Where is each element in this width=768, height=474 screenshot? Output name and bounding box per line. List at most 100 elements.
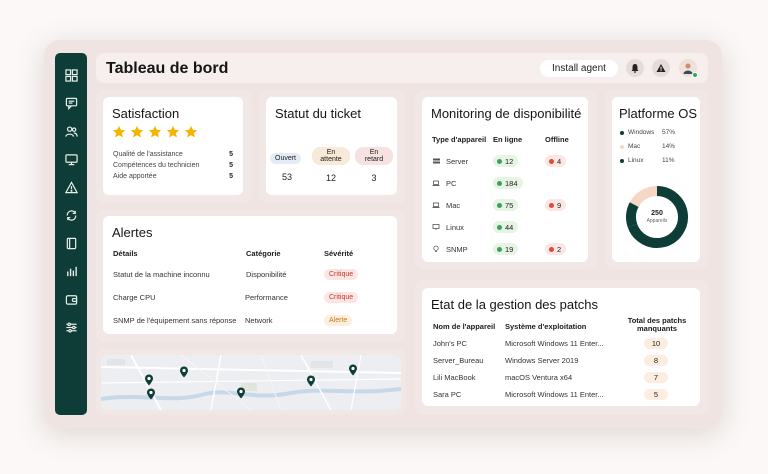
- os-slice-mac[interactable]: [629, 186, 658, 208]
- severity-badge: Critique: [324, 269, 359, 280]
- os-card: Platforme OS Windows 57% Mac 14% Linux 11% 25…: [612, 97, 700, 262]
- patch-count[interactable]: 8: [644, 355, 668, 366]
- satisfaction-title: Satisfaction: [112, 106, 180, 121]
- legend-name: Mac: [628, 143, 641, 150]
- device-type: PC: [446, 179, 457, 188]
- os-title: Platforme OS: [619, 106, 698, 121]
- os-legend-item: Linux 11%: [620, 157, 690, 164]
- ticket-open-label: Ouvert: [270, 153, 302, 164]
- notifications-button[interactable]: [626, 59, 644, 77]
- legend-name: Linux: [628, 157, 644, 164]
- online-count[interactable]: 75: [493, 199, 519, 211]
- offline-dot: [549, 158, 554, 164]
- online-dot: [497, 246, 502, 252]
- patch-device: John's PC: [433, 339, 467, 348]
- patches-header-os: Système d'exploitation: [505, 322, 587, 331]
- os-legend-item: Mac 14%: [620, 143, 690, 150]
- patch-count[interactable]: 10: [644, 338, 668, 349]
- ticket-pending[interactable]: En attente 12: [312, 147, 350, 183]
- ticket-open[interactable]: Ouvert 53: [270, 147, 302, 182]
- online-dot: [497, 180, 502, 186]
- map-pin-icon[interactable]: [144, 374, 154, 386]
- patch-device: Lili MacBook: [433, 373, 476, 382]
- sidebar-item-billing[interactable]: [55, 285, 87, 313]
- legend-swatch: [620, 158, 624, 163]
- map-pin-icon[interactable]: [146, 388, 156, 400]
- severity-badge: Critique: [324, 292, 359, 303]
- rating-stars: [112, 125, 198, 139]
- device-map[interactable]: [101, 355, 401, 410]
- warning-icon: [656, 64, 666, 72]
- ticket-open-value: 53: [281, 172, 292, 182]
- ticket-late-value: 3: [371, 173, 377, 183]
- sidebar-item-alerts[interactable]: [55, 173, 87, 201]
- offline-count[interactable]: 4: [545, 155, 567, 167]
- users-icon: [64, 125, 78, 137]
- os-total-label: Appareils: [646, 218, 668, 224]
- legend-swatch: [620, 130, 624, 135]
- install-agent-button[interactable]: Install agent: [540, 60, 618, 77]
- ticket-title: Statut du ticket: [275, 106, 361, 121]
- availability-header-type: Type d'appareil: [432, 135, 487, 144]
- star-icon: [148, 125, 162, 138]
- patches-header-count-2: manquants: [636, 324, 677, 333]
- patch-os: macOS Ventura x64: [505, 373, 573, 382]
- patches-card: Etat de la gestion des patchs Nom de l'a…: [422, 288, 700, 406]
- patch-os: Microsoft Windows 11 Enter...: [505, 390, 604, 399]
- warning-icon: [64, 180, 78, 193]
- patch-device: Sara PC: [433, 390, 462, 399]
- os-total-value: 250: [651, 210, 663, 217]
- sidebar: [55, 53, 87, 415]
- device-type: Linux: [446, 223, 464, 232]
- map-pin-icon[interactable]: [236, 387, 246, 399]
- offline-dot: [549, 202, 554, 208]
- alert-detail: Statut de la machine inconnu: [113, 270, 210, 279]
- metric-value: 5: [229, 151, 233, 158]
- online-count[interactable]: 184: [493, 177, 523, 189]
- sidebar-item-knowledge[interactable]: [55, 229, 87, 257]
- star-icon: [112, 125, 126, 138]
- online-count[interactable]: 12: [493, 155, 519, 167]
- device-type: Mac: [446, 201, 461, 210]
- offline-count[interactable]: 9: [545, 199, 567, 211]
- user-avatar[interactable]: [679, 59, 698, 78]
- online-count[interactable]: 19: [493, 243, 519, 255]
- ticket-late[interactable]: En retard 3: [355, 147, 393, 183]
- sidebar-item-dashboard[interactable]: [55, 61, 87, 89]
- map-pin-icon[interactable]: [179, 366, 189, 378]
- availability-header-online: En ligne: [493, 135, 523, 144]
- availability-header-offline: Offline: [545, 135, 569, 144]
- sidebar-item-messages[interactable]: [55, 89, 87, 117]
- sidebar-item-users[interactable]: [55, 117, 87, 145]
- bulb-icon: [433, 245, 439, 252]
- alerts-button[interactable]: [652, 59, 670, 77]
- sidebar-item-sync[interactable]: [55, 201, 87, 229]
- offline-count[interactable]: 2: [545, 243, 567, 255]
- laptop-icon: [432, 202, 440, 208]
- os-legend-item: Windows 57%: [620, 129, 690, 136]
- sidebar-item-reports[interactable]: [55, 257, 87, 285]
- chat-icon: [65, 97, 77, 110]
- map-pin-icon[interactable]: [306, 375, 316, 387]
- online-dot: [497, 224, 502, 230]
- star-icon: [184, 125, 198, 138]
- alerts-header-details: Détails: [113, 249, 138, 258]
- star-icon: [166, 125, 180, 138]
- alerts-header-category: Catégorie: [246, 249, 281, 258]
- offline-value: 4: [557, 156, 562, 166]
- sidebar-item-devices[interactable]: [55, 145, 87, 173]
- sidebar-item-settings[interactable]: [55, 313, 87, 341]
- ticket-pending-value: 12: [325, 173, 336, 183]
- top-bar: Tableau de bord Install agent: [96, 53, 708, 83]
- wallet-icon: [65, 294, 77, 305]
- laptop-icon: [432, 180, 440, 186]
- legend-name: Windows: [628, 129, 655, 136]
- offline-value: 2: [557, 244, 562, 254]
- legend-swatch: [620, 144, 624, 149]
- patch-count[interactable]: 5: [644, 389, 668, 400]
- map-pin-icon[interactable]: [348, 364, 358, 376]
- device-type: SNMP: [446, 245, 468, 254]
- online-count[interactable]: 44: [493, 221, 519, 233]
- page-title: Tableau de bord: [106, 60, 229, 77]
- patch-count[interactable]: 7: [644, 372, 668, 383]
